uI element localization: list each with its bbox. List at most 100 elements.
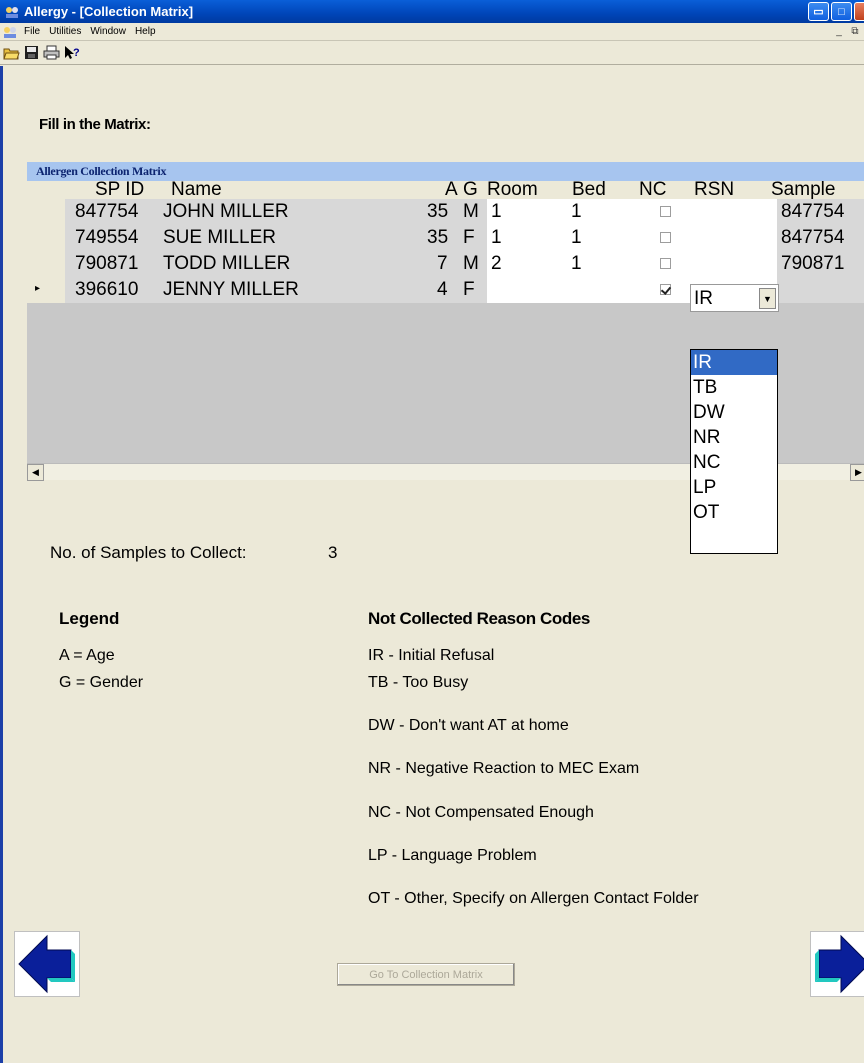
content-area: Fill in the Matrix: Allergen Collection … [0,66,864,1063]
cell-bed[interactable]: 1 [565,199,643,225]
cell-gender: M [463,253,479,274]
cell-nc[interactable] [643,251,690,277]
samples-count: 3 [328,543,338,562]
col-header-room[interactable]: Room [487,181,538,199]
minimize-button[interactable]: ▭ [808,2,829,21]
col-header-gender[interactable]: G [463,181,478,199]
grid-header: SP ID Name A G Room Bed NC RSN Sample [27,181,864,199]
row-selector[interactable] [27,225,65,251]
menu-window[interactable]: Window [90,26,126,37]
nc-checkbox[interactable] [660,258,671,269]
cell-age: 7 [437,253,448,274]
cell-bed-value: 1 [571,227,582,248]
nc-checkbox[interactable] [660,232,671,243]
row-selector[interactable]: ▸ [27,277,65,303]
cell-bed-value: 1 [571,201,582,222]
current-row-indicator: ▸ [35,283,41,294]
mdi-restore-icon[interactable]: ⧉ [848,24,862,38]
table-row[interactable]: 749554 SUE MILLER 35 F 1 1 847754 [27,225,864,251]
cell-nc[interactable] [643,225,690,251]
samples-label: No. of Samples to Collect: [50,543,247,562]
app-icon [4,4,20,20]
cell-age: 35 [427,227,449,248]
document-icon[interactable] [2,25,18,39]
table-row[interactable]: 847754 JOHN MILLER 35 M 1 1 847754 [27,199,864,225]
svg-text:?: ? [73,47,80,59]
menu-utilities[interactable]: Utilities [49,26,81,37]
cell-room[interactable]: 1 [487,225,565,251]
maximize-button[interactable]: □ [831,2,852,21]
cell-rsn[interactable] [690,199,777,225]
nc-checkbox[interactable] [660,206,671,217]
menu-help[interactable]: Help [135,26,156,37]
rsn-option-nc[interactable]: NC [691,450,777,475]
cell-gender: F [463,279,475,300]
go-to-collection-matrix-button[interactable]: Go To Collection Matrix [337,963,515,986]
cell-bed[interactable]: 1 [565,251,643,277]
row-selector[interactable] [27,199,65,225]
forward-button[interactable] [810,931,864,997]
row-selector[interactable] [27,251,65,277]
rsn-option-ir[interactable]: IR [691,350,777,375]
legend-item: G = Gender [59,674,144,691]
menu-bar: File Utilities Window Help _ ⧉ [0,23,864,41]
cell-room-value: 1 [491,227,502,248]
cell-rsn[interactable] [690,251,777,277]
cell-name: JOHN MILLER [163,201,289,222]
menu-file[interactable]: File [24,26,40,37]
cell-nc[interactable] [643,199,690,225]
back-button[interactable] [14,931,80,997]
rsn-dropdown-list: IR TB DW NR NC LP OT [690,349,778,554]
cell-bed[interactable] [565,277,643,303]
col-header-nc[interactable]: NC [639,181,666,199]
cell-age: 35 [427,201,449,222]
cell-name: TODD MILLER [163,253,291,274]
open-folder-icon[interactable] [2,43,21,62]
forward-arrow-icon [815,934,864,994]
cell-room-value: 1 [491,201,502,222]
rsn-dropdown[interactable]: IR ▼ [690,284,779,312]
mdi-minimize-icon[interactable]: _ [832,24,846,38]
scroll-right-icon[interactable]: ▶ [850,464,864,481]
close-button[interactable] [854,2,864,21]
help-pointer-icon[interactable]: ? [62,43,81,62]
cell-room[interactable]: 1 [487,199,565,225]
col-header-bed[interactable]: Bed [572,181,606,199]
chevron-down-icon[interactable]: ▼ [759,288,776,309]
cell-spid: 749554 [75,227,139,248]
cell-bed-value: 1 [571,253,582,274]
cell-gender: F [463,227,475,248]
save-icon[interactable] [22,43,41,62]
scroll-left-icon[interactable]: ◀ [27,464,44,481]
cell-sample: 790871 [781,253,845,274]
cell-bed[interactable]: 1 [565,225,643,251]
maximize-icon: □ [838,5,845,18]
rsn-option-ot[interactable]: OT [691,500,777,525]
cell-room[interactable] [487,277,565,303]
table-row[interactable]: 790871 TODD MILLER 7 M 2 1 790871 [27,251,864,277]
cell-spid: 396610 [75,279,139,300]
col-header-spid[interactable]: SP ID [95,181,144,199]
col-header-rsn[interactable]: RSN [694,181,734,199]
minimize-icon: ▭ [813,6,824,18]
rsn-option-tb[interactable]: TB [691,375,777,400]
legend-item: A = Age [59,647,115,664]
col-header-name[interactable]: Name [171,181,222,199]
back-arrow-icon [18,934,75,994]
cell-room[interactable]: 2 [487,251,565,277]
cell-name: JENNY MILLER [163,279,299,300]
print-icon[interactable] [42,43,61,62]
rsn-option-nr[interactable]: NR [691,425,777,450]
cell-nc[interactable] [643,277,690,303]
rsn-option-dw[interactable]: DW [691,400,777,425]
cell-rsn[interactable] [690,225,777,251]
col-header-age[interactable]: A [445,181,458,199]
nc-checkbox[interactable] [660,284,671,295]
rsn-option-lp[interactable]: LP [691,475,777,500]
reason-code-item: LP - Language Problem [368,847,537,864]
cell-name: SUE MILLER [163,227,276,248]
col-header-sample[interactable]: Sample [771,181,835,199]
reason-code-item: DW - Don't want AT at home [368,717,569,734]
cell-room-value: 2 [491,253,502,274]
rsn-selected-value: IR [694,288,713,309]
